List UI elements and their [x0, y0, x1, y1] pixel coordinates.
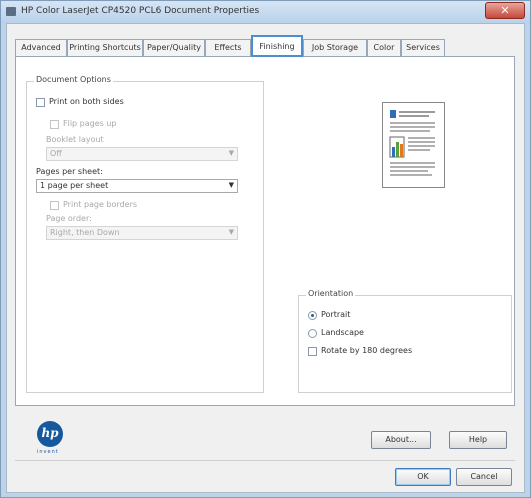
portrait-label: Portrait	[321, 310, 351, 319]
booklet-layout-select[interactable]: Off ▼	[46, 147, 238, 161]
tab-paper-quality[interactable]: Paper/Quality	[143, 39, 205, 56]
close-button[interactable]: ✕	[485, 2, 525, 19]
printer-icon	[6, 7, 16, 16]
tab-finishing[interactable]: Finishing	[251, 35, 303, 57]
tab-printing-shortcuts[interactable]: Printing Shortcuts	[67, 39, 143, 56]
print-both-sides-checkbox[interactable]	[36, 98, 45, 107]
page-order-label: Page order:	[46, 214, 92, 223]
page-preview-drawing	[389, 110, 435, 176]
rotate-180-checkbox[interactable]	[308, 347, 317, 356]
window-title: HP Color LaserJet CP4520 PCL6 Document P…	[21, 6, 260, 16]
about-button[interactable]: About...	[371, 431, 431, 449]
booklet-layout-label: Booklet layout	[46, 135, 104, 144]
footer-divider	[15, 460, 515, 461]
document-options-legend: Document Options	[34, 75, 113, 84]
pages-per-sheet-value: 1 page per sheet	[40, 181, 109, 190]
landscape-radio[interactable]	[308, 329, 317, 338]
page-preview-icon	[382, 102, 445, 188]
hp-logo: hp	[37, 421, 63, 447]
tab-job-storage[interactable]: Job Storage	[303, 39, 367, 56]
rotate-180-label: Rotate by 180 degrees	[321, 346, 413, 355]
booklet-layout-value: Off	[50, 149, 62, 158]
page-order-value: Right, then Down	[50, 228, 120, 237]
portrait-radio[interactable]	[308, 311, 317, 320]
cancel-button[interactable]: Cancel	[456, 468, 512, 486]
hp-tagline: invent	[37, 449, 59, 455]
print-page-borders-label: Print page borders	[63, 200, 138, 209]
tab-services[interactable]: Services	[401, 39, 445, 56]
chevron-down-icon: ▼	[228, 181, 234, 189]
pages-per-sheet-label: Pages per sheet:	[36, 167, 103, 176]
landscape-label: Landscape	[321, 328, 364, 337]
print-both-sides-label: Print on both sides	[49, 97, 124, 106]
document-properties-window: HP Color LaserJet CP4520 PCL6 Document P…	[0, 0, 531, 498]
page-order-select[interactable]: Right, then Down ▼	[46, 226, 238, 240]
orientation-legend: Orientation	[306, 289, 356, 298]
title-bar[interactable]: HP Color LaserJet CP4520 PCL6 Document P…	[1, 1, 530, 23]
flip-pages-up-label: Flip pages up	[63, 119, 117, 128]
ok-button[interactable]: OK	[395, 468, 451, 486]
tab-color[interactable]: Color	[367, 39, 401, 56]
help-button[interactable]: Help	[449, 431, 507, 449]
chevron-down-icon: ▼	[228, 228, 234, 236]
print-page-borders-checkbox[interactable]	[50, 201, 59, 210]
chevron-down-icon: ▼	[228, 149, 234, 157]
dialog-client-area: Advanced Printing Shortcuts Paper/Qualit…	[6, 23, 525, 493]
finishing-panel: Document Options Print on both sides Fli…	[15, 56, 515, 406]
pages-per-sheet-select[interactable]: 1 page per sheet ▼	[36, 179, 238, 193]
flip-pages-up-checkbox[interactable]	[50, 120, 59, 129]
tab-advanced[interactable]: Advanced	[15, 39, 67, 56]
tab-effects[interactable]: Effects	[205, 39, 251, 56]
